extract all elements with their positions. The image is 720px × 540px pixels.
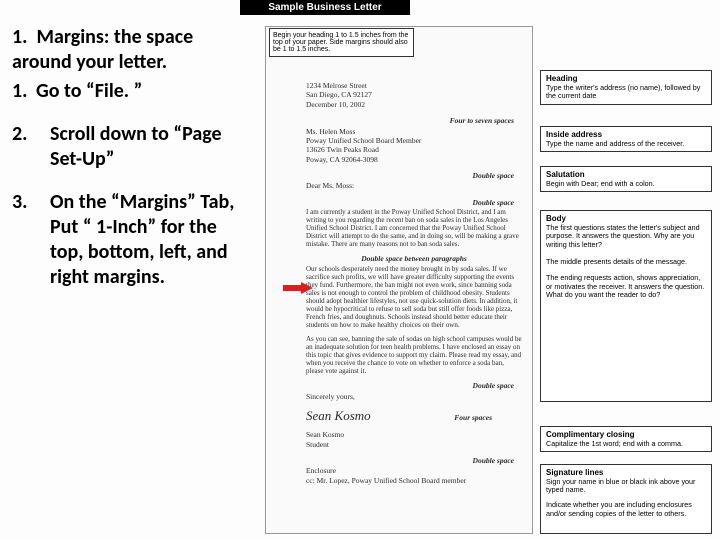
annotation-text: The first questions states the letter's … [546, 224, 706, 250]
sample-letter-page: 1234 Melrose Street San Diego, CA 92127 … [265, 26, 533, 534]
annotation-text: Sign your name in blue or black ink abov… [546, 478, 706, 495]
annotation-body: Body The first questions states the lett… [540, 210, 712, 402]
step3-text: On the “Margins” Tab, Put “ 1-Inch” for … [36, 190, 252, 290]
ia-line: Poway, CA 92064-3098 [306, 155, 522, 164]
addr-line: San Diego, CA 92127 [306, 90, 522, 99]
spacer-note: Four to seven spaces [306, 116, 522, 125]
typed-line: Sean Kosmo [306, 430, 522, 439]
spacer-note: Double space between paragraphs [306, 254, 522, 263]
body-paragraph-1: I am currently a student in the Poway Un… [306, 208, 522, 248]
annotation-text: Type the name and address of the receive… [546, 140, 706, 149]
red-arrow-icon [283, 282, 313, 294]
addr-line: 1234 Melrose Street [306, 81, 522, 90]
step3-num: 3. [12, 190, 36, 290]
instructions-panel: 1. Margins: the space around your letter… [12, 25, 252, 308]
step2-num: 2. [12, 122, 36, 172]
spacer-note: Double space [306, 381, 522, 390]
intro-num: 1. [12, 25, 27, 49]
annotation-heading: Heading Type the writer's address (no na… [540, 70, 712, 105]
ia-line: Poway Unified School Board Member [306, 136, 522, 145]
salutation: Dear Ms. Moss: [306, 181, 522, 190]
enclosure-line: Enclosure [306, 466, 522, 475]
spacer-note: Double space [306, 198, 522, 207]
signature: Sean Kosmo [306, 408, 371, 424]
annotation-signature: Signature lines Sign your name in blue o… [540, 464, 712, 534]
inside-address: Ms. Helen Moss Poway Unified School Boar… [306, 127, 522, 165]
spacer-note: Double space [306, 456, 522, 465]
closing: Sincerely yours, [306, 392, 522, 401]
step-1: 1. Go to “File. ” [12, 79, 252, 104]
typed-line: Student [306, 440, 522, 449]
step1-num: 1. [12, 79, 36, 104]
margin-note-box: Begin your heading 1 to 1.5 inches from … [269, 28, 414, 57]
annotation-closing: Complimentary closing Capitalize the 1st… [540, 426, 712, 452]
title-bar: Sample Business Letter [240, 0, 410, 15]
body-paragraph-2: Our schools desperately need the money b… [306, 265, 522, 329]
ia-line: Ms. Helen Moss [306, 127, 522, 136]
annotation-inside-address: Inside address Type the name and address… [540, 126, 712, 152]
annotation-text: The ending requests action, shows apprec… [546, 274, 706, 300]
annotation-text: Capitalize the 1st word; end with a comm… [546, 440, 706, 449]
step-2: 2. Scroll down to “Page Set-Up” [12, 122, 252, 172]
step-3: 3. On the “Margins” Tab, Put “ 1-Inch” f… [12, 190, 252, 290]
cc-line: cc: Mr. Lopez, Poway Unified School Boar… [306, 476, 522, 485]
spacer-note: Double space [306, 171, 522, 180]
letter-diagram: Begin your heading 1 to 1.5 inches from … [265, 14, 715, 538]
annotation-text: Type the writer's address (no name), fol… [546, 84, 706, 101]
annotation-text: The middle presents details of the messa… [546, 258, 706, 267]
annotation-text: Begin with Dear; end with a colon. [546, 180, 706, 189]
ia-line: 13626 Twin Peaks Road [306, 145, 522, 154]
body-paragraph-3: As you can see, banning the sale of soda… [306, 335, 522, 375]
annotation-text: Indicate whether you are including enclo… [546, 501, 706, 518]
typed-name: Sean Kosmo Student [306, 430, 522, 449]
spacer-note: Four spaces [454, 413, 522, 422]
intro-line: 1. Margins: the space around your letter… [12, 25, 252, 75]
return-address: 1234 Melrose Street San Diego, CA 92127 … [306, 81, 522, 109]
addr-line: December 10, 2002 [306, 100, 522, 109]
step1-text: Go to “File. ” [36, 79, 252, 104]
intro-text: Margins: the space around your letter. [12, 25, 193, 74]
annotation-salutation: Salutation Begin with Dear; end with a c… [540, 166, 712, 192]
step2-text: Scroll down to “Page Set-Up” [36, 122, 252, 172]
